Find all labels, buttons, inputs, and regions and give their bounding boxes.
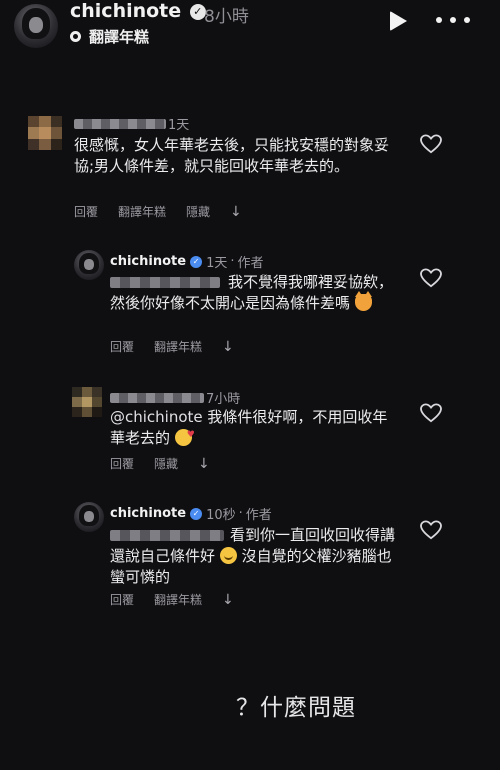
comment-1: 1天 很感慨，女人年華老去後，只能找安穩的對象妥協;男人條件差，就只能回收年華老… bbox=[0, 110, 500, 220]
redacted-username bbox=[74, 118, 166, 129]
comment-actions: 回覆 翻譯年糕 ↓ bbox=[110, 591, 234, 608]
comment-2: chichinote ✓ 1天 · 作者 我不覺得我哪裡妥協欸，然後你好像不太開… bbox=[0, 248, 500, 358]
heart-outline-icon[interactable] bbox=[420, 134, 442, 154]
play-icon[interactable] bbox=[390, 11, 407, 31]
verified-badge-icon: ✓ bbox=[190, 507, 203, 520]
comment-meta: chichinote ✓ 1天 · 作者 bbox=[110, 254, 264, 271]
verified-badge-icon: ✓ bbox=[190, 255, 203, 268]
comment-text: 很感慨，女人年華老去後，只能找安穩的對象妥協;男人條件差，就只能回收年華老去的。 bbox=[74, 136, 390, 175]
overlay-caption: ？什麼問題 bbox=[236, 695, 356, 721]
hide-button[interactable]: 隱藏 bbox=[186, 203, 210, 220]
heart-outline-icon[interactable] bbox=[420, 268, 442, 288]
author-tag: 作者 bbox=[237, 256, 264, 271]
comment-time: 7小時 bbox=[206, 392, 241, 407]
heart-outline-icon[interactable] bbox=[420, 403, 442, 423]
more-icon[interactable] bbox=[436, 12, 470, 28]
chevron-down-icon[interactable]: ↓ bbox=[222, 592, 234, 608]
redacted-username bbox=[110, 392, 204, 403]
comment-text: 看到你一直回收回收得講還說自己條件好 沒自覺的父權沙豬腦也蠻可憐的 bbox=[110, 526, 396, 586]
redacted-mention bbox=[110, 530, 224, 541]
comment-4: chichinote ✓ 10秒 · 作者 看到你一直回收回收得講還說自己條件好… bbox=[0, 500, 500, 610]
comment-username[interactable]: chichinote bbox=[110, 506, 186, 521]
reply-button[interactable]: 回覆 bbox=[74, 203, 98, 220]
comment-meta: 1天 bbox=[74, 114, 189, 133]
translate-comment-button[interactable]: 翻譯年糕 bbox=[154, 338, 202, 355]
mention-link[interactable]: @chichinote bbox=[110, 408, 203, 426]
comment-meta: chichinote ✓ 10秒 · 作者 bbox=[110, 506, 272, 523]
translate-button[interactable]: 翻譯年糕 bbox=[70, 26, 149, 47]
translate-comment-button[interactable]: 翻譯年糕 bbox=[118, 203, 166, 220]
commenter-avatar-pixelated[interactable] bbox=[28, 116, 62, 150]
redacted-mention bbox=[110, 277, 220, 288]
chevron-down-icon[interactable]: ↓ bbox=[230, 204, 242, 220]
comment-username[interactable]: chichinote bbox=[110, 254, 186, 269]
translate-label: 翻譯年糕 bbox=[89, 28, 150, 46]
author-avatar[interactable] bbox=[14, 4, 58, 48]
smiling-face-emoji-icon bbox=[219, 547, 237, 564]
commenter-avatar-pixelated[interactable] bbox=[72, 387, 102, 417]
translate-icon bbox=[70, 31, 81, 42]
comment-actions: 回覆 翻譯年糕 ↓ bbox=[110, 338, 234, 355]
chevron-down-icon[interactable]: ↓ bbox=[198, 456, 210, 472]
post-timestamp: 8小時 bbox=[204, 7, 249, 27]
reply-button[interactable]: 回覆 bbox=[110, 591, 134, 608]
comment-3: 7小時 @chichinote 我條件很好啊，不用回收年華老去的 回覆 隱藏 ↓ bbox=[0, 385, 500, 480]
translate-comment-button[interactable]: 翻譯年糕 bbox=[154, 591, 202, 608]
chevron-down-icon[interactable]: ↓ bbox=[222, 339, 234, 355]
smiling-face-with-hearts-emoji-icon bbox=[174, 425, 195, 446]
cat-emoji-icon bbox=[354, 291, 372, 311]
comment-actions: 回覆 隱藏 ↓ bbox=[110, 455, 210, 472]
comment-text: 我不覺得我哪裡妥協欸，然後你好像不太開心是因為條件差嗎 bbox=[110, 273, 394, 312]
heart-outline-icon[interactable] bbox=[420, 520, 442, 540]
author-reply-avatar[interactable] bbox=[74, 250, 104, 280]
comment-meta: 7小時 bbox=[110, 388, 240, 407]
author-reply-avatar[interactable] bbox=[74, 502, 104, 532]
post-header: chichinote ✓ 8小時 翻譯年糕 bbox=[0, 0, 500, 50]
comment-time: 10秒 bbox=[206, 508, 236, 523]
reply-button[interactable]: 回覆 bbox=[110, 338, 134, 355]
comment-actions: 回覆 翻譯年糕 隱藏 ↓ bbox=[74, 203, 242, 220]
reply-button[interactable]: 回覆 bbox=[110, 455, 134, 472]
comment-time: 1天 bbox=[206, 256, 228, 271]
hide-button[interactable]: 隱藏 bbox=[154, 455, 178, 472]
comment-time: 1天 bbox=[168, 118, 190, 133]
comment-text: @chichinote 我條件很好啊，不用回收年華老去的 bbox=[110, 407, 400, 449]
author-tag: 作者 bbox=[245, 508, 272, 523]
author-username[interactable]: chichinote ✓ bbox=[70, 0, 206, 22]
